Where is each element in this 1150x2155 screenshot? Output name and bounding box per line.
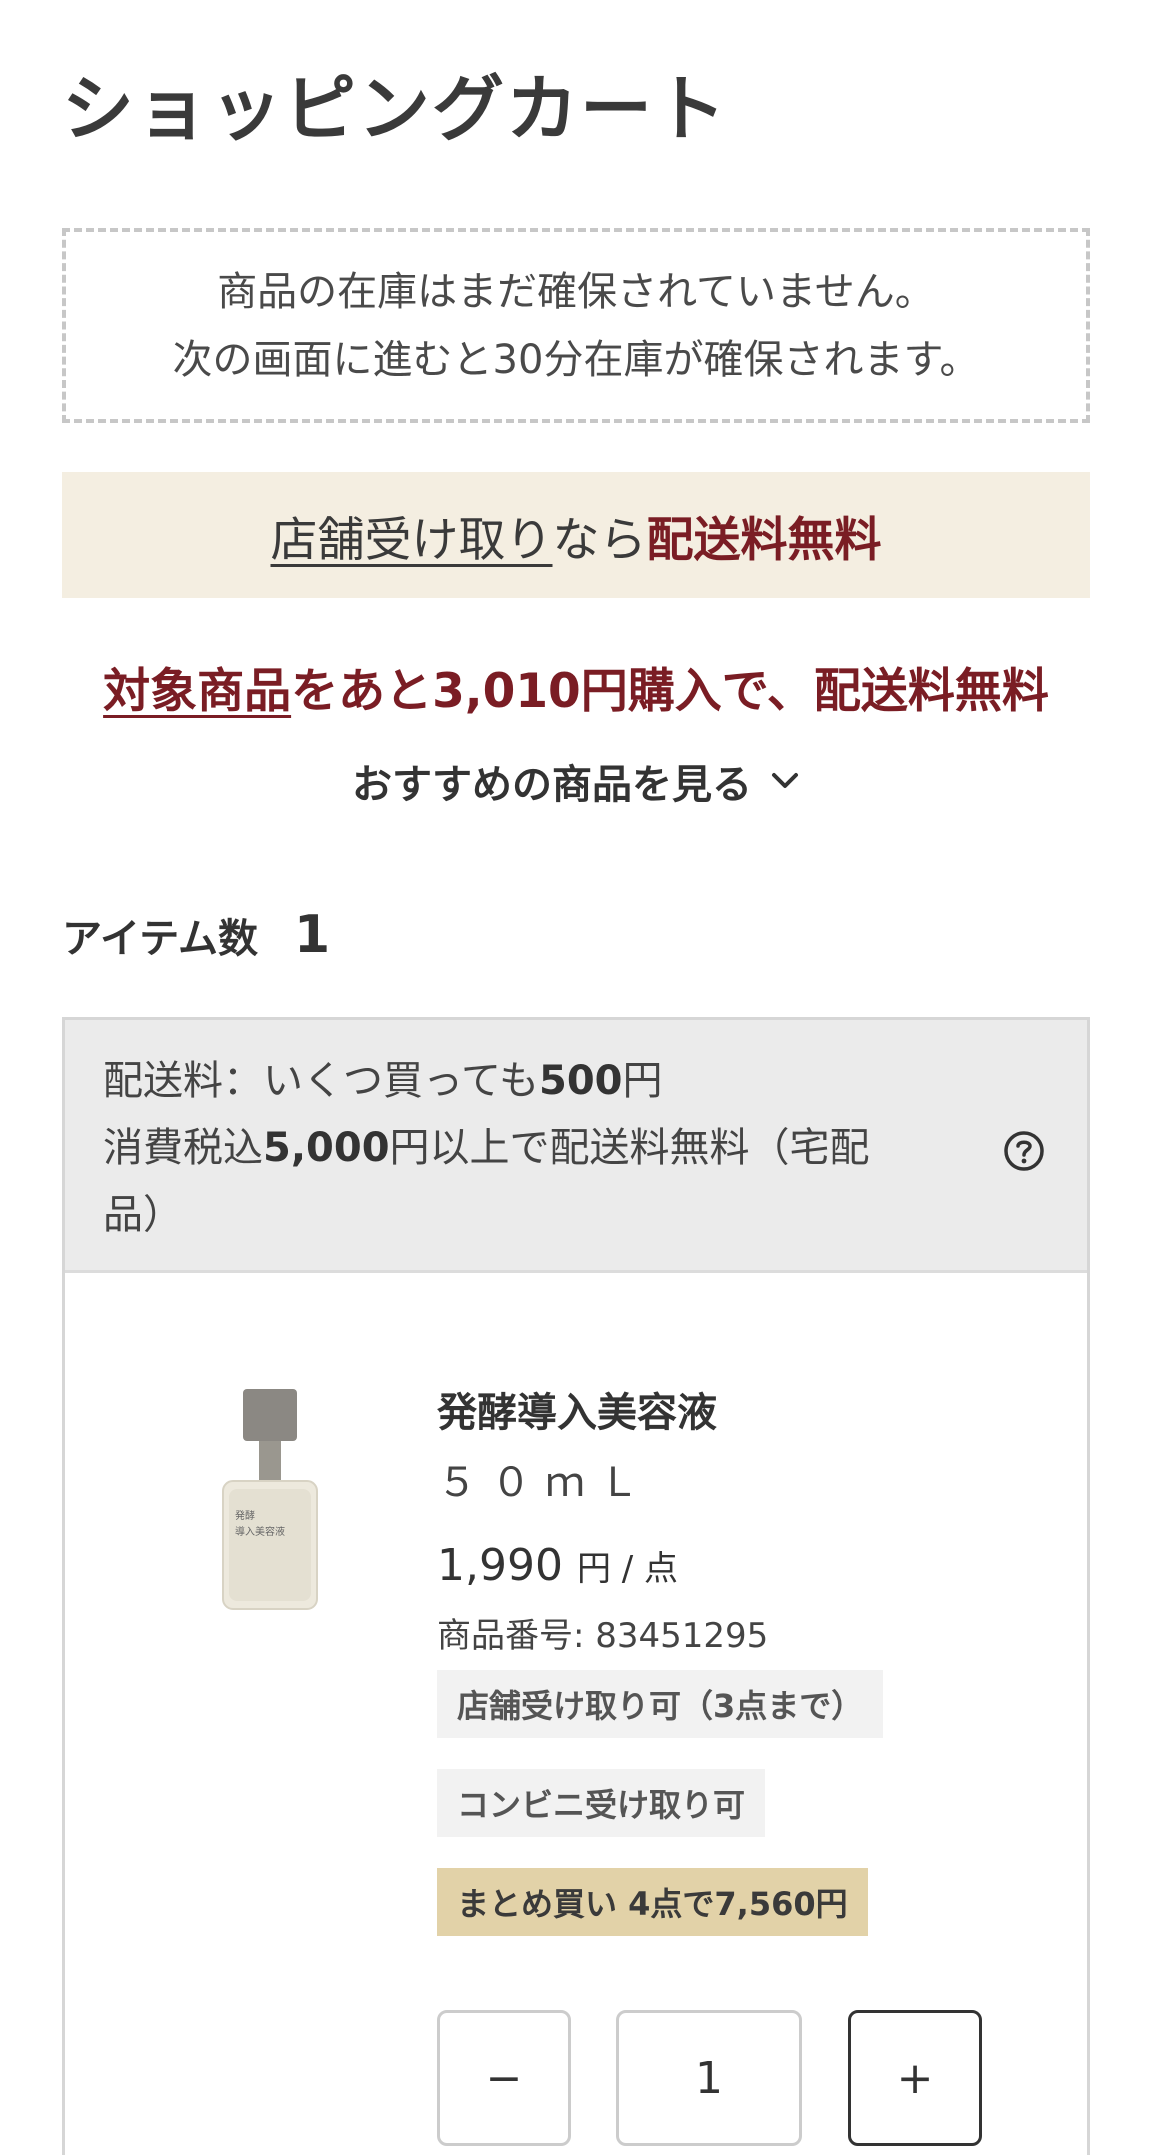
price-unit: 円 / 点 bbox=[576, 1549, 679, 1589]
stock-notice-line1: 商品の在庫はまだ確保されていません。 bbox=[217, 268, 935, 315]
bottle-label-line2: 導入美容液 bbox=[235, 1525, 285, 1538]
quantity-decrease-button[interactable]: − bbox=[437, 2010, 571, 2146]
free-shipping-accent: 配送料無料 bbox=[646, 512, 882, 568]
store-pickup-banner: 店舗受け取り なら 配送料無料 bbox=[62, 472, 1090, 598]
threshold-text: をあと3,010円購入で、配送料無料 bbox=[291, 664, 1049, 719]
free-shipping-line: 消費税込5,000円以上で配送料無料（宅配 bbox=[103, 1115, 1051, 1182]
shipping-fee-prefix: 配送料：いくつ買っても bbox=[103, 1058, 539, 1104]
free-shipping-prefix: 消費税込 bbox=[103, 1125, 263, 1171]
recommend-toggle[interactable]: おすすめの商品を見る bbox=[62, 752, 1090, 810]
item-count-value: 1 bbox=[294, 905, 331, 965]
chevron-down-icon bbox=[772, 773, 798, 788]
quantity-increase-button[interactable]: + bbox=[848, 2010, 982, 2146]
target-products-link[interactable]: 対象商品 bbox=[103, 664, 291, 719]
shipping-fee-amount: 500 bbox=[539, 1058, 623, 1104]
price-value: 1,990 bbox=[437, 1540, 563, 1591]
product-name[interactable]: 発酵導入美容液 bbox=[437, 1380, 717, 1438]
bulk-buy-tag: まとめ買い 4点で7,560円 bbox=[437, 1868, 868, 1936]
free-shipping-threshold: 対象商品をあと3,010円購入で、配送料無料 bbox=[62, 652, 1090, 721]
cart-item-box: 配送料：いくつ買っても500円 消費税込5,000円以上で配送料無料（宅配 品）… bbox=[62, 1017, 1090, 2155]
store-pickup-middle-text: なら bbox=[552, 512, 647, 568]
help-circle-icon[interactable] bbox=[1003, 1130, 1045, 1172]
bottle-label-line1: 発酵 bbox=[235, 1509, 255, 1522]
product-number: 商品番号: 83451295 bbox=[437, 1616, 769, 1656]
free-shipping-suffix: 円以上で配送料無料（宅配 bbox=[389, 1125, 870, 1171]
free-shipping-amount: 5,000 bbox=[263, 1125, 390, 1171]
shipping-fee-suffix: 円 bbox=[622, 1058, 663, 1104]
shipping-info: 配送料：いくつ買っても500円 消費税込5,000円以上で配送料無料（宅配 品） bbox=[65, 1020, 1087, 1273]
item-count-label: アイテム数 bbox=[62, 916, 258, 962]
product-image[interactable]: 発酵 導入美容液 bbox=[205, 1385, 335, 1615]
convenience-pickup-tag: コンビニ受け取り可 bbox=[437, 1769, 766, 1837]
product-size: ５０ｍＬ bbox=[437, 1460, 653, 1506]
quantity-input[interactable]: 1 bbox=[616, 2010, 802, 2146]
page-title: ショッピングカート bbox=[62, 67, 729, 151]
item-count: アイテム数 1 bbox=[62, 905, 330, 965]
recommend-label: おすすめの商品を見る bbox=[352, 762, 752, 808]
product-price: 1,990 円 / 点 bbox=[437, 1540, 678, 1591]
store-pickup-tag: 店舗受け取り可（3点まで） bbox=[437, 1670, 884, 1738]
store-pickup-link[interactable]: 店舗受け取り bbox=[271, 501, 553, 570]
cart-page: ショッピングカート 商品の在庫はまだ確保されていません。 次の画面に進むと30分… bbox=[0, 0, 1150, 2155]
stock-notice-line2: 次の画面に進むと30分在庫が確保されます。 bbox=[172, 336, 980, 383]
free-shipping-line-wrap: 品） bbox=[103, 1192, 183, 1238]
shipping-fee-line: 配送料：いくつ買っても500円 bbox=[103, 1048, 1051, 1115]
stock-notice: 商品の在庫はまだ確保されていません。 次の画面に進むと30分在庫が確保されます。 bbox=[62, 228, 1090, 423]
